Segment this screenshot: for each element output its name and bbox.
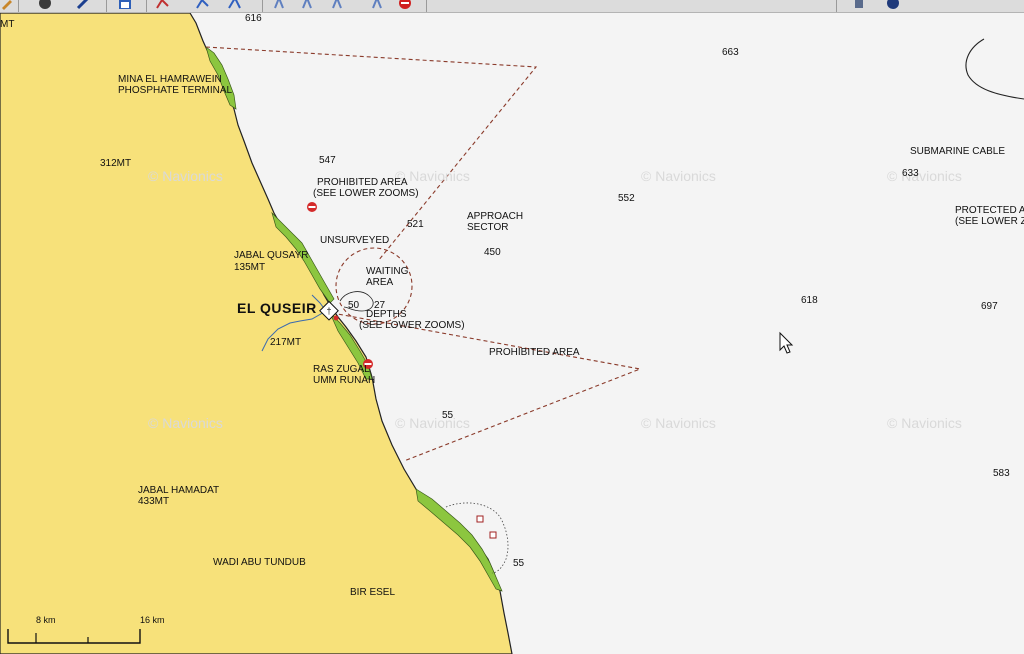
depth-sounding: 618 <box>801 295 818 306</box>
svg-text:†: † <box>326 306 331 316</box>
globe-icon[interactable] <box>886 0 900 10</box>
watermark: © Navionics <box>148 415 223 431</box>
ruler-icon[interactable] <box>76 0 90 10</box>
area-label: (SEE LOWER Z <box>955 216 1024 227</box>
depth-sounding: 547 <box>319 155 336 166</box>
elevation-label: 217MT <box>270 337 302 348</box>
route-icon[interactable] <box>156 0 170 10</box>
elevation-label: 312MT <box>100 158 132 169</box>
toolbar-separator <box>146 0 147 12</box>
area-label[interactable]: APPROACH <box>467 211 523 222</box>
marker-icon[interactable] <box>272 0 286 10</box>
toolbar-separator <box>18 0 19 12</box>
obstruction-mark <box>489 531 497 539</box>
anchor-icon[interactable] <box>852 0 866 10</box>
watermark: © Navionics <box>641 168 716 184</box>
area-label[interactable]: PROHIBITED AREA <box>317 177 408 188</box>
obstruction-mark <box>476 515 484 523</box>
area-label: UNSURVEYED <box>320 235 390 246</box>
toolbar-separator <box>106 0 107 12</box>
place-label[interactable]: PHOSPHATE TERMINAL <box>118 85 232 96</box>
depth-sounding: 663 <box>722 47 739 58</box>
depth-sounding: 521 <box>407 219 424 230</box>
elevation-label: 433MT <box>138 496 170 507</box>
no-entry-icon <box>307 202 317 212</box>
watermark: © Navionics <box>148 168 223 184</box>
save-icon[interactable] <box>118 0 132 10</box>
pencil-icon[interactable] <box>0 0 14 10</box>
town-label-el-quseir[interactable]: EL QUSEIR <box>237 300 317 316</box>
area-label: (SEE LOWER ZOOMS) <box>313 188 419 199</box>
depth-sounding: 633 <box>902 168 919 179</box>
place-label[interactable]: RAS ZUGAL <box>313 364 370 375</box>
depth-sounding: 552 <box>618 193 635 204</box>
depth-sounding: 583 <box>993 468 1010 479</box>
area-label[interactable]: PROHIBITED AREA <box>489 347 580 358</box>
depth-sounding: 616 <box>245 13 262 24</box>
compass-icon[interactable] <box>38 0 52 10</box>
area-label[interactable]: WAITING <box>366 266 408 277</box>
place-label[interactable]: BIR ESEL <box>350 587 395 598</box>
watermark: © Navionics <box>887 415 962 431</box>
place-label[interactable]: WADI ABU TUNDUB <box>213 557 306 568</box>
watermark: © Navionics <box>641 415 716 431</box>
area-label: DEPTHS <box>366 309 407 320</box>
chart-map[interactable]: † © Navionics © Navionics © Navionics © … <box>0 13 1024 654</box>
depth-sounding: 55 <box>442 410 454 421</box>
marker-icon[interactable] <box>370 0 384 10</box>
place-label[interactable]: MINA EL HAMRAWEIN <box>118 74 222 85</box>
place-label[interactable]: JABAL HAMADAT <box>138 485 219 496</box>
toolbar-separator <box>426 0 427 12</box>
track-icon[interactable] <box>228 0 242 10</box>
area-label[interactable]: SUBMARINE CABLE <box>910 146 1005 157</box>
watermark: © Navionics <box>887 168 962 184</box>
depth-sounding: 50 <box>348 300 360 311</box>
depth-sounding: 697 <box>981 301 998 312</box>
marker-icon[interactable] <box>330 0 344 10</box>
waypoint-icon[interactable] <box>196 0 210 10</box>
toolbar-separator <box>836 0 837 12</box>
marker-icon[interactable] <box>300 0 314 10</box>
toolbar-separator <box>262 0 263 12</box>
map-graphics: † <box>0 13 1024 654</box>
place-label[interactable]: JABAL QUSAYR <box>234 250 308 261</box>
depth-sounding: 450 <box>484 247 501 258</box>
area-label[interactable]: SECTOR <box>467 222 509 233</box>
scale-label-right: 16 km <box>140 615 165 625</box>
depth-sounding: 55 <box>513 558 525 569</box>
area-label[interactable]: PROTECTED A <box>955 205 1024 216</box>
no-entry-icon[interactable] <box>398 0 412 10</box>
harbour-light <box>333 315 339 321</box>
toolbar <box>0 0 1024 13</box>
area-label: (SEE LOWER ZOOMS) <box>359 320 465 331</box>
area-label[interactable]: AREA <box>366 277 393 288</box>
depth-sounding: 27 <box>374 300 386 311</box>
elevation-label: 135MT <box>234 262 266 273</box>
place-label[interactable]: UMM RUNAH <box>313 375 375 386</box>
watermark: © Navionics <box>395 415 470 431</box>
elevation-label: MT <box>0 19 15 30</box>
scale-label-left: 8 km <box>36 615 56 625</box>
